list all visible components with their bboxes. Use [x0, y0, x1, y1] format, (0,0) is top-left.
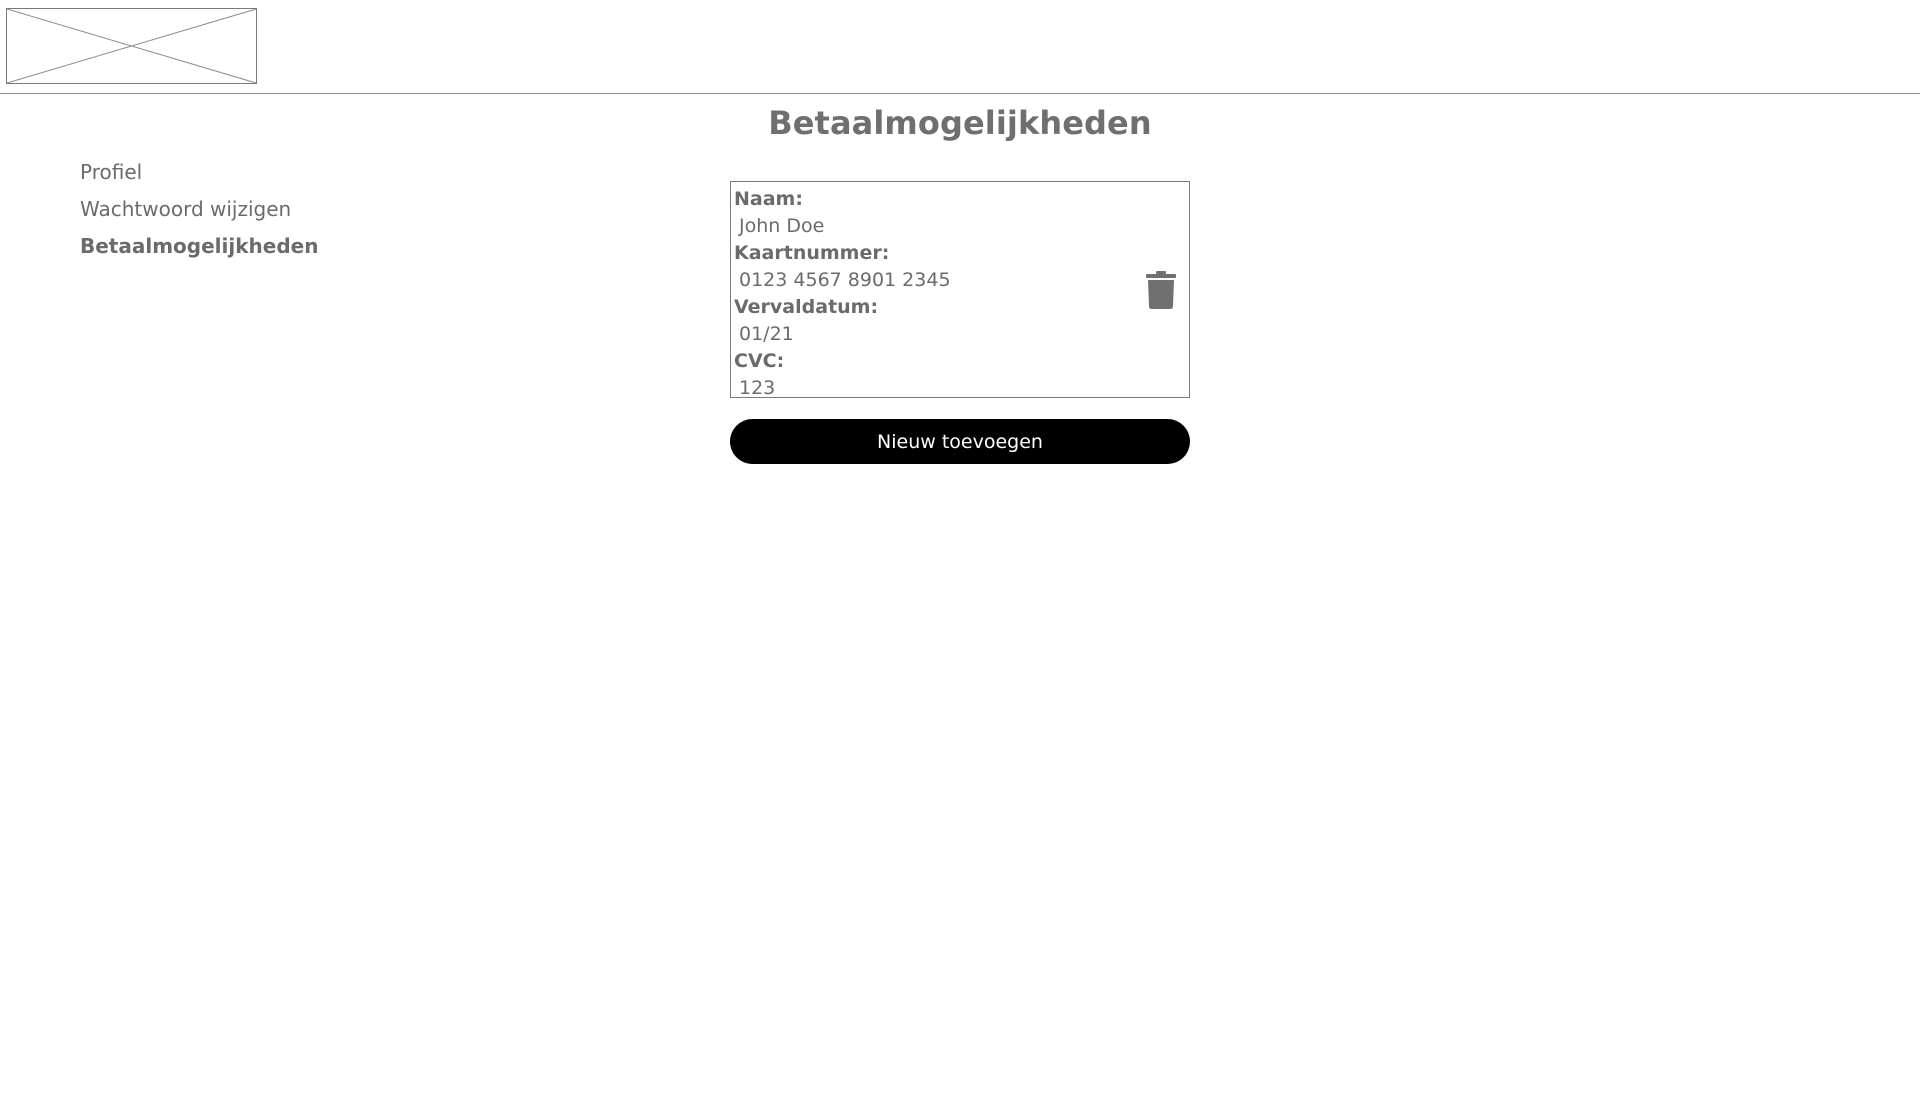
logo-placeholder[interactable]	[6, 8, 257, 84]
sidebar-item-betaalmogelijkheden[interactable]: Betaalmogelijkheden	[80, 234, 440, 258]
expiry-date-value: 01/21	[739, 323, 794, 345]
cvc-value: 123	[739, 377, 776, 399]
name-value: John Doe	[739, 215, 825, 237]
sidebar-item-wachtwoord-wijzigen[interactable]: Wachtwoord wijzigen	[80, 197, 440, 221]
card-fields: Naam: John Doe Kaartnummer: 0123 4567 89…	[734, 186, 951, 402]
name-label: Naam:	[734, 188, 803, 210]
add-new-payment-button[interactable]: Nieuw toevoegen	[730, 419, 1190, 464]
page-title: Betaalmogelijkheden	[768, 104, 1152, 142]
sidebar-nav: Profiel Wachtwoord wijzigen Betaalmogeli…	[80, 160, 440, 271]
expiry-date-label: Vervaldatum:	[734, 296, 879, 318]
header	[0, 0, 1920, 94]
cvc-label: CVC:	[734, 350, 785, 372]
card-number-label: Kaartnummer:	[734, 242, 890, 264]
payment-method-card: Naam: John Doe Kaartnummer: 0123 4567 89…	[730, 181, 1190, 399]
delete-card-button[interactable]	[1145, 271, 1177, 309]
trash-icon	[1146, 271, 1176, 309]
sidebar-item-profiel[interactable]: Profiel	[80, 160, 440, 184]
card-number-value: 0123 4567 8901 2345	[739, 269, 951, 291]
image-placeholder-icon	[7, 9, 256, 83]
